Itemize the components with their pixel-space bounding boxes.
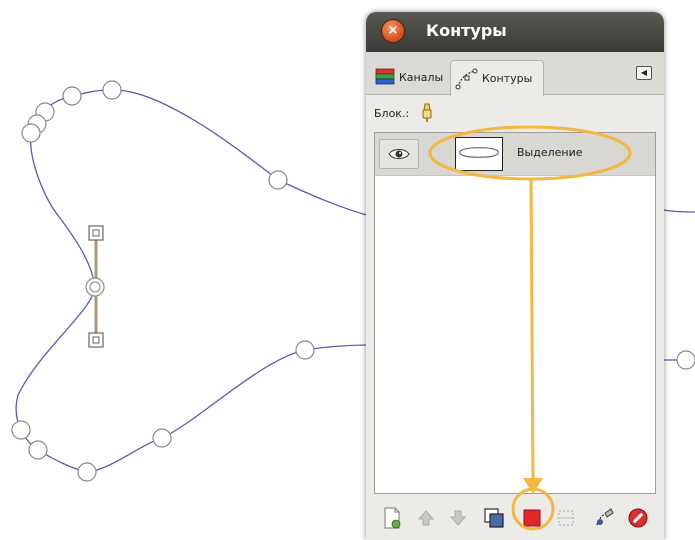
dialog-title: Контуры xyxy=(426,21,507,40)
anchor-point[interactable] xyxy=(295,340,315,360)
close-icon[interactable]: × xyxy=(382,20,404,42)
tab-channels-label: Каналы xyxy=(399,70,444,84)
path-to-selection-icon xyxy=(523,509,541,527)
tab-menu-icon[interactable]: ◀ xyxy=(636,66,652,80)
anchor-point[interactable] xyxy=(62,86,82,106)
anchor-point[interactable] xyxy=(28,440,48,460)
eye-icon xyxy=(388,149,410,159)
duplicate-path-button[interactable] xyxy=(482,506,506,530)
anchor-point[interactable] xyxy=(11,420,31,440)
tab-bar: Каналы Контуры ◀ xyxy=(366,52,664,96)
delete-path-button[interactable] xyxy=(626,506,650,530)
visibility-toggle[interactable] xyxy=(379,139,419,169)
lock-row: Блок.: xyxy=(374,102,437,124)
new-path-icon xyxy=(384,507,401,529)
arrow-up-icon xyxy=(417,510,435,526)
paint-along-path-button[interactable] xyxy=(592,506,616,530)
anchor-point[interactable] xyxy=(85,277,105,297)
raise-path-button[interactable] xyxy=(414,506,438,530)
path-thumbnail xyxy=(455,137,503,171)
tab-paths-label: Контуры xyxy=(482,72,533,85)
path-to-selection-button[interactable] xyxy=(520,506,544,530)
selection-to-path-button[interactable] xyxy=(554,506,578,530)
screen: × Контуры Каналы Контуры ◀ Блок.: Выделе… xyxy=(0,0,695,540)
lock-label: Блок.: xyxy=(374,106,410,120)
delete-icon xyxy=(628,508,648,528)
selection-to-path-icon xyxy=(557,510,575,526)
handle-square[interactable] xyxy=(88,225,104,241)
path-name: Выделение xyxy=(517,146,583,159)
tab-channels[interactable]: Каналы xyxy=(370,60,452,94)
paths-toolbar xyxy=(366,496,664,540)
titlebar: × Контуры xyxy=(366,12,664,52)
paths-dialog: × Контуры Каналы Контуры ◀ Блок.: Выделе… xyxy=(366,12,664,540)
lock-brush-icon[interactable] xyxy=(417,102,437,124)
lower-path-button[interactable] xyxy=(446,506,470,530)
handle-square[interactable] xyxy=(88,332,104,348)
paths-icon xyxy=(455,68,478,89)
channels-icon xyxy=(375,68,395,85)
new-path-button[interactable] xyxy=(380,506,404,530)
path-row[interactable]: Выделение xyxy=(375,133,655,176)
anchor-point[interactable] xyxy=(676,350,695,370)
anchor-point[interactable] xyxy=(152,428,172,448)
arrow-down-icon xyxy=(449,510,467,526)
paint-path-icon xyxy=(596,508,614,526)
duplicate-icon xyxy=(484,508,504,528)
tab-paths[interactable]: Контуры xyxy=(450,60,544,96)
path-preview-icon xyxy=(459,147,499,158)
anchor-point[interactable] xyxy=(102,80,122,100)
path-curve[interactable] xyxy=(15,89,371,473)
paths-list[interactable]: Выделение xyxy=(374,132,656,494)
anchor-point[interactable] xyxy=(77,462,97,482)
path-curve-right xyxy=(663,209,695,213)
anchor-point[interactable] xyxy=(21,123,41,143)
anchor-point[interactable] xyxy=(268,170,288,190)
